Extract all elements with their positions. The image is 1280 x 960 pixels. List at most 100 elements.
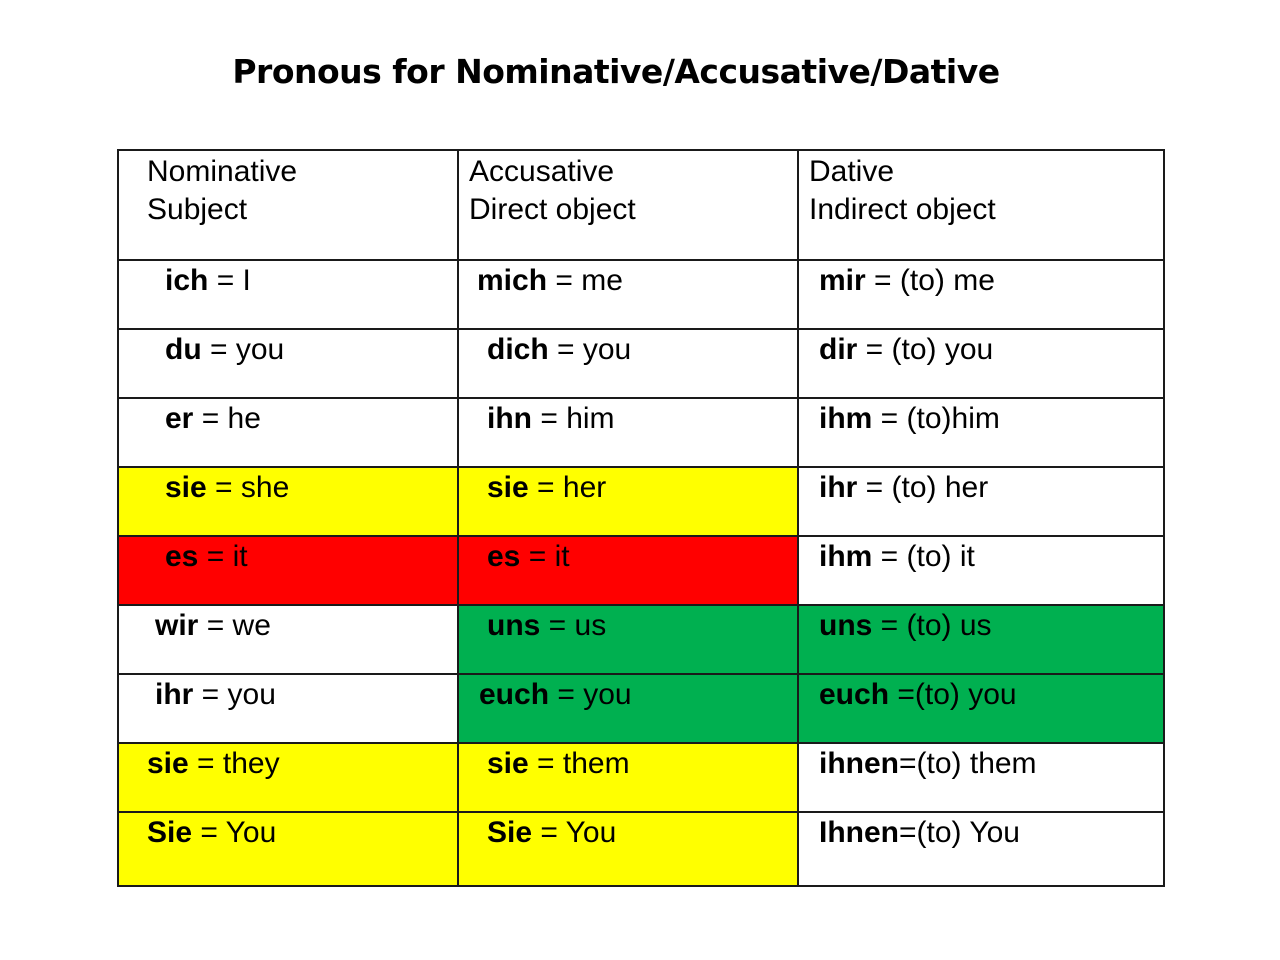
pronoun-word: euch xyxy=(479,678,550,711)
cell-accusative: mich = me xyxy=(457,259,799,330)
header-case-name: Accusative xyxy=(469,155,615,188)
table-row: ihr = you euch = you euch =(to) you xyxy=(117,673,1165,744)
pronoun-translation: = You xyxy=(192,816,277,849)
pronoun-translation: = (to)him xyxy=(872,402,1000,435)
pronoun-entry: Sie = You xyxy=(147,813,457,852)
pronoun-translation: = I xyxy=(208,264,251,297)
header-dative: Dative Indirect object xyxy=(797,149,1165,261)
pronoun-entry: ihr = (to) her xyxy=(819,468,1163,507)
pronoun-translation: = him xyxy=(532,402,615,435)
cell-nominative: sie = they xyxy=(117,742,459,813)
pronoun-entry: sie = her xyxy=(487,468,797,507)
header-nominative: Nominative Subject xyxy=(117,149,459,261)
cell-dative: ihm = (to) it xyxy=(797,535,1165,606)
cell-nominative: sie = she xyxy=(117,466,459,537)
cell-accusative: uns = us xyxy=(457,604,799,675)
pronoun-entry: du = you xyxy=(165,330,457,369)
pronoun-word: mich xyxy=(477,264,548,297)
cell-dative: uns = (to) us xyxy=(797,604,1165,675)
table-row: sie = she sie = her ihr = (to) her xyxy=(117,466,1165,537)
cell-nominative: du = you xyxy=(117,328,459,399)
pronoun-word: er xyxy=(165,402,194,435)
pronoun-translation: = you xyxy=(549,678,632,711)
pronoun-word: uns xyxy=(487,609,541,642)
cell-nominative: er = he xyxy=(117,397,459,468)
pronoun-entry: euch = you xyxy=(479,675,797,714)
pronoun-entry: ihr = you xyxy=(155,675,457,714)
pronoun-word: sie xyxy=(487,747,529,780)
header-row: Nominative Subject Accusative Direct obj… xyxy=(117,149,1165,261)
cell-accusative: Sie = You xyxy=(457,811,799,887)
pronoun-translation: = (to) us xyxy=(872,609,992,642)
cell-accusative: es = it xyxy=(457,535,799,606)
pronoun-table: Nominative Subject Accusative Direct obj… xyxy=(117,149,1165,887)
pronoun-entry: mich = me xyxy=(477,261,797,300)
cell-dative: euch =(to) you xyxy=(797,673,1165,744)
pronoun-word: du xyxy=(165,333,202,366)
pronoun-translation: = she xyxy=(206,471,290,504)
cell-accusative: ihn = him xyxy=(457,397,799,468)
pronoun-entry: er = he xyxy=(165,399,457,438)
header-accusative: Accusative Direct object xyxy=(457,149,799,261)
pronoun-entry: dich = you xyxy=(487,330,797,369)
cell-accusative: dich = you xyxy=(457,328,799,399)
cell-nominative: wir = we xyxy=(117,604,459,675)
pronoun-entry: ich = I xyxy=(165,261,457,300)
pronoun-word: mir xyxy=(819,264,866,297)
pronoun-translation: = me xyxy=(547,264,623,297)
pronoun-word: ihm xyxy=(819,540,873,573)
pronoun-entry: Sie = You xyxy=(487,813,797,852)
pronoun-translation: = them xyxy=(528,747,630,780)
page-title: Pronous for Nominative/Accusative/Dative xyxy=(232,52,1000,91)
header-case-name: Dative xyxy=(809,155,895,188)
header-case-role: Subject xyxy=(147,193,248,226)
pronoun-word: sie xyxy=(147,747,189,780)
cell-nominative: Sie = You xyxy=(117,811,459,887)
pronoun-translation: = her xyxy=(528,471,607,504)
table-row: Sie = You Sie = You Ihnen=(to) You xyxy=(117,811,1165,887)
pronoun-translation: =(to) them xyxy=(899,747,1037,780)
pronoun-word: euch xyxy=(819,678,890,711)
pronoun-word: Sie xyxy=(487,816,533,849)
pronoun-translation: = it xyxy=(520,540,570,573)
pronoun-translation: =(to) You xyxy=(899,816,1020,849)
pronoun-word: ihnen xyxy=(819,747,899,780)
cell-dative: dir = (to) you xyxy=(797,328,1165,399)
pronoun-entry: mir = (to) me xyxy=(819,261,1163,300)
pronoun-entry: ihn = him xyxy=(487,399,797,438)
pronoun-translation: = it xyxy=(198,540,248,573)
pronoun-word: ihn xyxy=(487,402,532,435)
pronoun-entry: euch =(to) you xyxy=(819,675,1163,714)
table-row: du = you dich = you dir = (to) you xyxy=(117,328,1165,399)
pronoun-word: ihr xyxy=(819,471,858,504)
table-row: ich = I mich = me mir = (to) me xyxy=(117,259,1165,330)
header-case-name: Nominative xyxy=(147,155,298,188)
pronoun-entry: wir = we xyxy=(155,606,457,645)
pronoun-word: ich xyxy=(165,264,209,297)
header-case-role: Indirect object xyxy=(809,193,996,226)
pronoun-translation: =(to) you xyxy=(889,678,1017,711)
pronoun-translation: = (to) you xyxy=(857,333,994,366)
pronoun-word: dir xyxy=(819,333,858,366)
pronoun-entry: ihm = (to) it xyxy=(819,537,1163,576)
pronoun-translation: = (to) it xyxy=(872,540,975,573)
cell-nominative: ich = I xyxy=(117,259,459,330)
cell-nominative: es = it xyxy=(117,535,459,606)
pronoun-word: wir xyxy=(155,609,199,642)
cell-dative: mir = (to) me xyxy=(797,259,1165,330)
pronoun-entry: sie = them xyxy=(487,744,797,783)
pronoun-word: dich xyxy=(487,333,549,366)
cell-dative: ihr = (to) her xyxy=(797,466,1165,537)
cell-accusative: euch = you xyxy=(457,673,799,744)
pronoun-entry: ihnen=(to) them xyxy=(819,744,1163,783)
cell-accusative: sie = her xyxy=(457,466,799,537)
pronoun-word: sie xyxy=(165,471,207,504)
pronoun-entry: uns = (to) us xyxy=(819,606,1163,645)
pronoun-entry: es = it xyxy=(165,537,457,576)
pronoun-translation: = you xyxy=(201,333,285,366)
pronoun-translation: = (to) me xyxy=(865,264,995,297)
pronoun-translation: = (to) her xyxy=(857,471,989,504)
pronoun-translation: = You xyxy=(532,816,617,849)
cell-accusative: sie = them xyxy=(457,742,799,813)
pronoun-word: es xyxy=(165,540,199,573)
